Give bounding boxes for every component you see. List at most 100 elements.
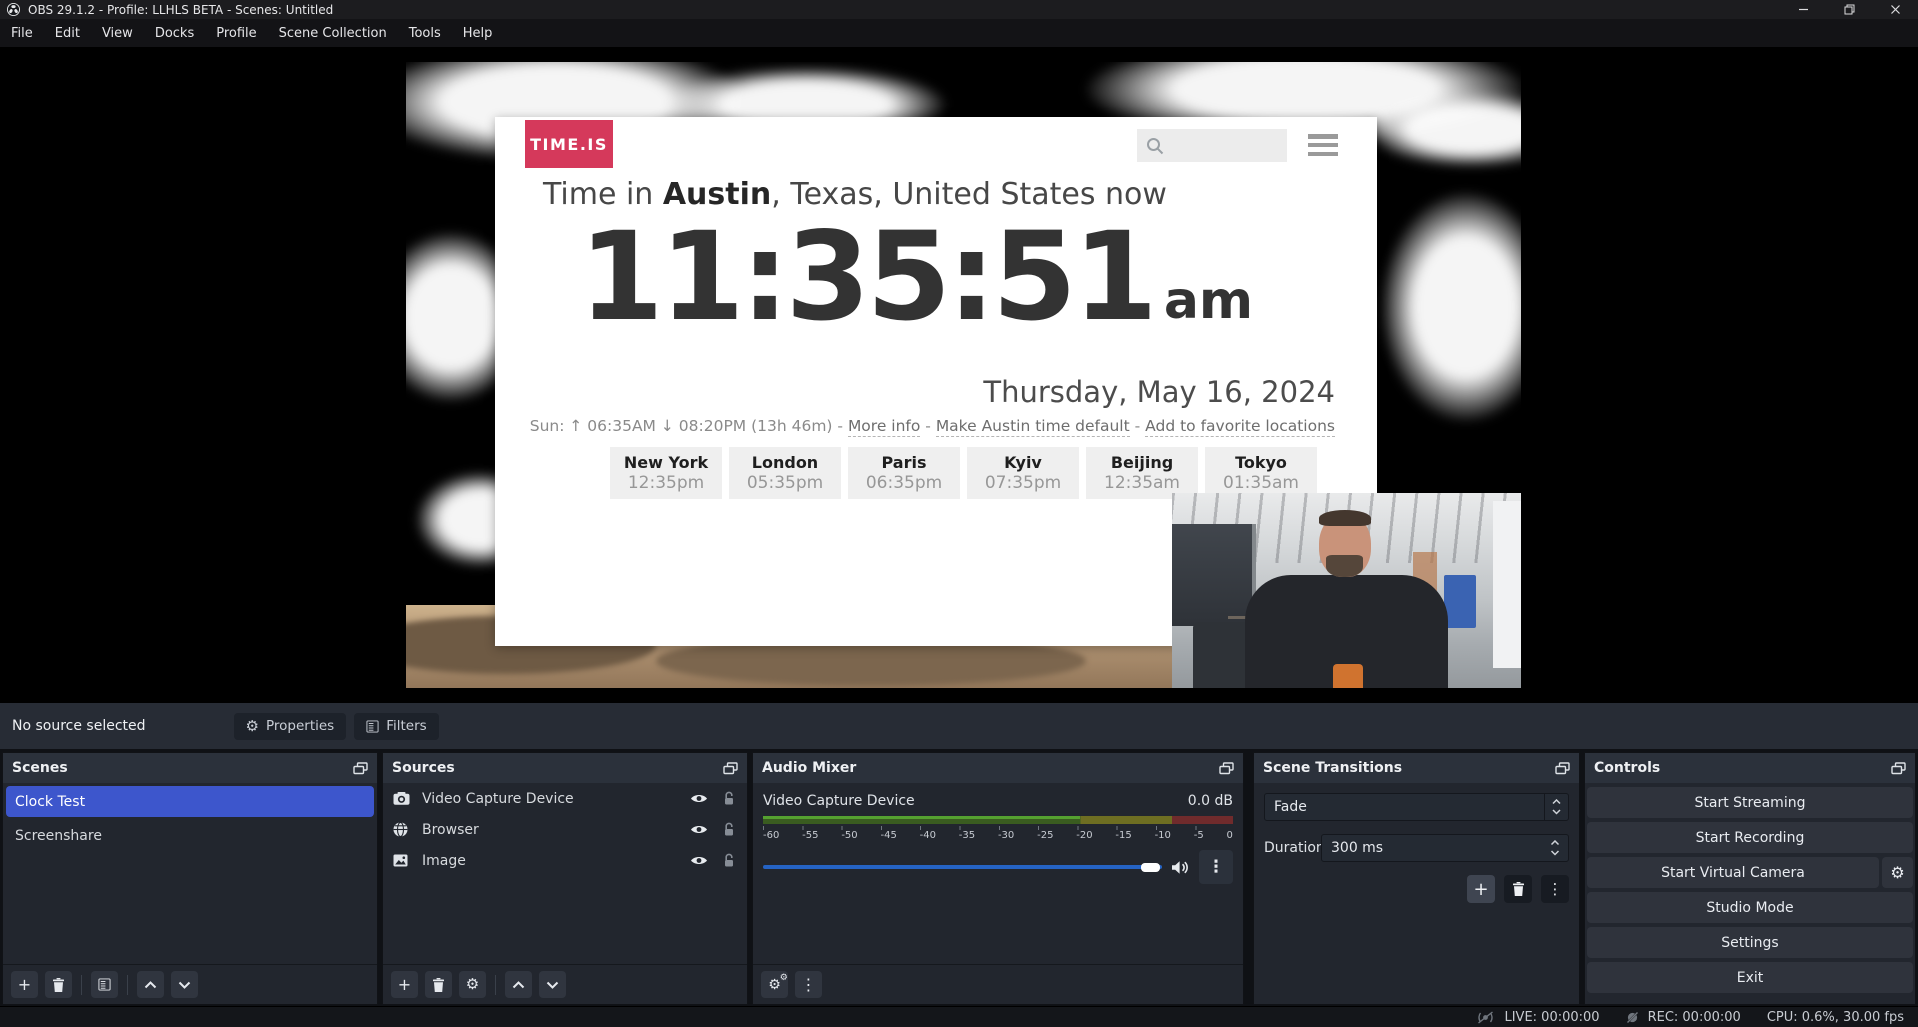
remove-scene-button[interactable] [45, 971, 72, 998]
start-streaming-button[interactable]: Start Streaming [1587, 787, 1913, 818]
search-input[interactable] [1137, 129, 1287, 162]
window-title: OBS 29.1.2 - Profile: LLHLS BETA - Scene… [28, 3, 333, 17]
filter-icon [366, 720, 379, 733]
person-head [1319, 513, 1371, 577]
add-favorite-link[interactable]: Add to favorite locations [1145, 417, 1335, 437]
city-box[interactable]: London05:35pm [729, 447, 841, 499]
menu-help[interactable]: Help [452, 19, 504, 47]
menu-bar: File Edit View Docks Profile Scene Colle… [0, 19, 1918, 47]
camera-icon [393, 792, 413, 805]
duration-spinner[interactable] [1550, 840, 1560, 856]
city-box[interactable]: New York12:35pm [610, 447, 722, 499]
cpu-status: CPU: 0.6%, 30.00 fps [1767, 1010, 1904, 1025]
remove-source-button[interactable] [425, 971, 452, 998]
add-scene-button[interactable]: + [11, 971, 38, 998]
menu-docks[interactable]: Docks [144, 19, 205, 47]
advanced-audio-button[interactable]: ⚙⚙ [761, 971, 788, 998]
city-box[interactable]: Paris06:35pm [848, 447, 960, 499]
volume-slider[interactable] [763, 865, 1162, 869]
meter-tick-labels: -60-55-50-45-40-35-30-25-20-15-10-50 [763, 830, 1233, 841]
scenes-panel: Scenes Clock Test Screenshare + [2, 752, 378, 1005]
city-box[interactable]: Beijing12:35am [1086, 447, 1198, 499]
make-default-link[interactable]: Make Austin time default [936, 417, 1130, 437]
start-virtual-camera-button[interactable]: Start Virtual Camera [1587, 857, 1879, 888]
properties-button[interactable]: ⚙ Properties [234, 713, 347, 740]
menu-profile[interactable]: Profile [205, 19, 267, 47]
duration-input[interactable]: 300 ms [1321, 834, 1569, 862]
person-beard [1326, 555, 1363, 577]
move-scene-down-button[interactable] [171, 971, 198, 998]
visibility-eye-icon[interactable] [690, 824, 708, 835]
minimize-button[interactable] [1780, 0, 1826, 19]
start-recording-button[interactable]: Start Recording [1587, 822, 1913, 853]
controls-panel-title: Controls [1594, 760, 1660, 776]
popout-icon[interactable] [723, 762, 738, 775]
source-row-browser[interactable]: Browser [383, 814, 747, 845]
menu-view[interactable]: View [91, 19, 144, 47]
speaker-icon[interactable] [1171, 860, 1190, 875]
combo-spinner[interactable] [1544, 794, 1568, 820]
timeis-logo[interactable]: TIME.IS [525, 120, 613, 168]
duration-label: Duration [1264, 840, 1321, 856]
menu-tools[interactable]: Tools [398, 19, 452, 47]
transition-select[interactable]: Fade [1264, 793, 1569, 821]
move-source-down-button[interactable] [539, 971, 566, 998]
person-shirt [1333, 664, 1363, 688]
preview-area: TIME.IS Time in Austin, Texas, United St… [0, 47, 1918, 703]
transition-menu-button[interactable]: ⋮ [1541, 875, 1569, 903]
scene-item-screenshare[interactable]: Screenshare [6, 820, 374, 851]
clock: 11:35:51 am [495, 213, 1337, 341]
lock-icon[interactable] [723, 822, 735, 837]
live-status: LIVE: 00:00:00 [1476, 1010, 1599, 1025]
mixer-channel-menu-button[interactable]: ⋮ [1199, 850, 1233, 884]
popout-icon[interactable] [353, 762, 368, 775]
cloud [1381, 192, 1521, 422]
preview-canvas[interactable]: TIME.IS Time in Austin, Texas, United St… [406, 62, 1521, 688]
scene-filters-button[interactable] [91, 971, 118, 998]
scene-transitions-panel: Scene Transitions Fade Duration 300 ms +… [1253, 752, 1580, 1005]
close-button[interactable] [1872, 0, 1918, 19]
clock-ampm: am [1164, 271, 1253, 341]
move-source-up-button[interactable] [505, 971, 532, 998]
more-info-link[interactable]: More info [848, 417, 920, 437]
mixer-menu-button[interactable]: ⋮ [795, 971, 822, 998]
menu-scene-collection[interactable]: Scene Collection [268, 19, 398, 47]
menu-file[interactable]: File [0, 19, 44, 47]
hamburger-menu-icon[interactable] [1308, 134, 1338, 156]
city-times-row: New York12:35pm London05:35pm Paris06:35… [495, 447, 1377, 499]
office-partition [1444, 575, 1475, 628]
office-window-right [1493, 501, 1521, 669]
add-transition-button[interactable]: + [1467, 875, 1495, 903]
filters-button[interactable]: Filters [354, 713, 438, 740]
lock-icon[interactable] [723, 853, 735, 868]
sun-info-line: Sun: ↑ 06:35AM ↓ 08:20PM (13h 46m) - Mor… [530, 417, 1335, 435]
move-scene-up-button[interactable] [137, 971, 164, 998]
city-box[interactable]: Tokyo01:35am [1205, 447, 1317, 499]
remove-transition-button[interactable] [1504, 875, 1532, 903]
restore-button[interactable] [1826, 0, 1872, 19]
popout-icon[interactable] [1219, 762, 1234, 775]
visibility-eye-icon[interactable] [690, 855, 708, 866]
menu-edit[interactable]: Edit [44, 19, 91, 47]
source-properties-button[interactable]: ⚙ [459, 971, 486, 998]
source-row-image[interactable]: Image [383, 845, 747, 876]
visibility-eye-icon[interactable] [690, 793, 708, 804]
scene-item-clock-test[interactable]: Clock Test [6, 786, 374, 817]
exit-button[interactable]: Exit [1587, 962, 1913, 993]
volume-slider-handle[interactable] [1141, 863, 1160, 872]
popout-icon[interactable] [1555, 762, 1570, 775]
controls-panel: Controls Start Streaming Start Recording… [1584, 752, 1916, 1005]
popout-icon[interactable] [1891, 762, 1906, 775]
transitions-panel-title: Scene Transitions [1263, 760, 1402, 776]
city-box[interactable]: Kyiv07:35pm [967, 447, 1079, 499]
record-inactive-icon [1626, 1011, 1639, 1024]
studio-mode-button[interactable]: Studio Mode [1587, 892, 1913, 923]
add-source-button[interactable]: + [391, 971, 418, 998]
source-status-text: No source selected [12, 718, 146, 734]
person-hair [1319, 510, 1371, 527]
lock-icon[interactable] [723, 791, 735, 806]
source-row-video-capture[interactable]: Video Capture Device [383, 783, 747, 814]
obs-logo-icon [7, 3, 20, 16]
virtual-camera-settings-button[interactable]: ⚙ [1882, 857, 1913, 888]
settings-button[interactable]: Settings [1587, 927, 1913, 958]
